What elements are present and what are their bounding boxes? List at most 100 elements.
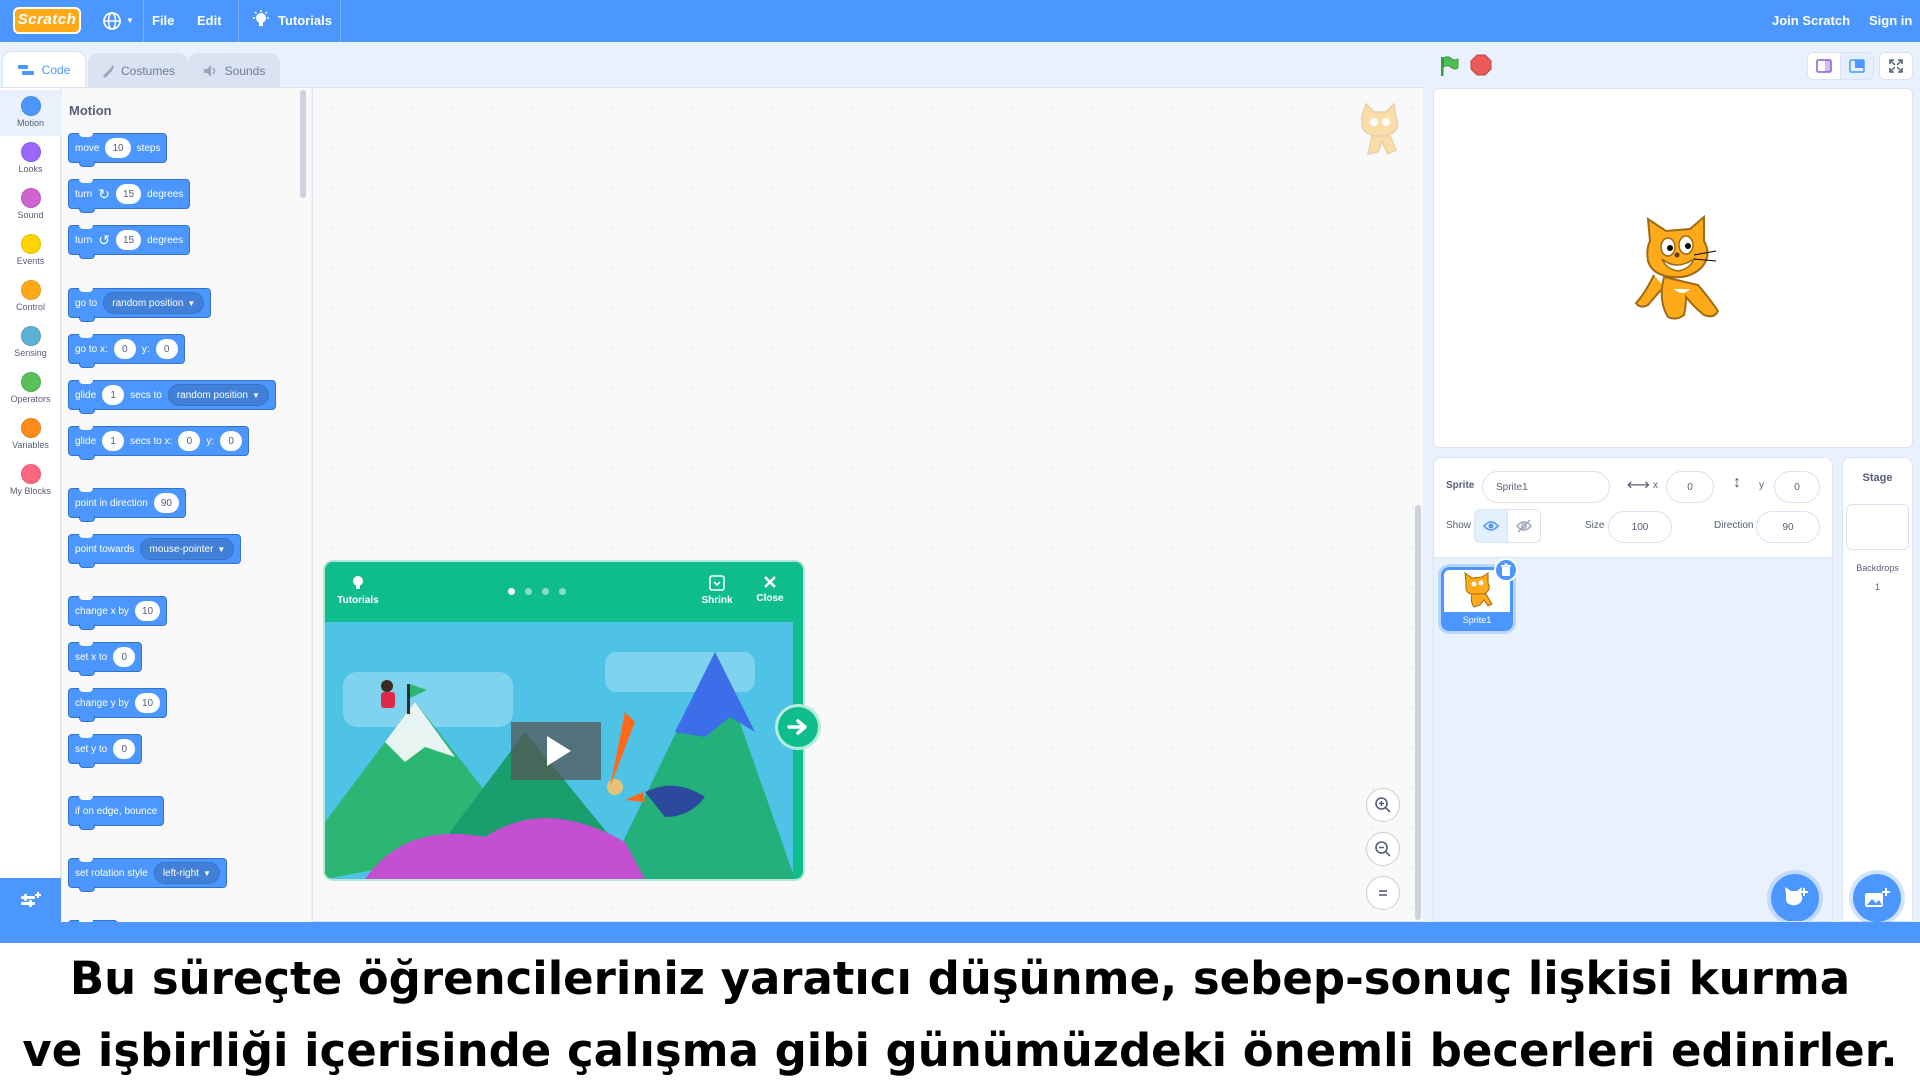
y-input[interactable]: 0 — [155, 339, 178, 359]
change-y-block[interactable]: change y by 10 — [68, 688, 168, 722]
caption-line-1: Bu süreçte öğrencileriniz yaratıcı düşün… — [69, 952, 1851, 1005]
stage-canvas[interactable] — [1433, 88, 1913, 448]
menu-divider — [143, 0, 144, 42]
set-rotation-style-block[interactable]: set rotation style left-right ▼ — [68, 858, 227, 892]
join-scratch-link[interactable]: Join Scratch — [1772, 0, 1850, 42]
tutorial-next-button[interactable] — [775, 704, 821, 750]
secs-input[interactable]: 1 — [102, 431, 125, 451]
tab-costumes[interactable]: Costumes — [88, 53, 188, 87]
backdrop-thumbnail[interactable] — [1846, 504, 1909, 550]
file-menu[interactable]: File — [152, 0, 174, 42]
small-stage-button[interactable] — [1807, 52, 1841, 80]
direction-input[interactable]: 90 — [153, 493, 179, 513]
tutorial-illustration — [325, 622, 793, 879]
block-text: if on edge, bounce — [75, 805, 158, 817]
speaker-icon — [203, 64, 215, 77]
turn-right-block[interactable]: turn ↻ 15 degrees — [68, 179, 191, 213]
stop-button[interactable] — [1469, 53, 1493, 77]
go-to-block[interactable]: go to random position ▼ — [68, 288, 212, 322]
size-input[interactable]: 100 — [1608, 511, 1672, 543]
delete-sprite-button[interactable] — [1494, 558, 1518, 582]
show-sprite-button[interactable] — [1474, 509, 1508, 543]
step-dot[interactable] — [525, 588, 532, 595]
set-x-input[interactable]: 0 — [113, 647, 136, 667]
glide-target-dropdown[interactable]: random position ▼ — [167, 384, 269, 406]
vertical-arrows-icon: ↕ — [1733, 474, 1741, 491]
category-sensing[interactable]: Sensing — [0, 320, 61, 366]
set-x-block[interactable]: set x to 0 — [68, 642, 143, 676]
add-backdrop-button[interactable] — [1853, 874, 1901, 922]
block-text: turn — [75, 234, 93, 246]
rotation-style-dropdown[interactable]: left-right ▼ — [153, 862, 220, 884]
add-sprite-button[interactable] — [1771, 874, 1819, 921]
change-x-block[interactable]: change x by 10 — [68, 596, 168, 630]
add-extension-button[interactable] — [0, 878, 61, 922]
fullscreen-button[interactable] — [1879, 52, 1913, 80]
x-position-input[interactable]: 0 — [1666, 471, 1714, 503]
zoom-reset-button[interactable] — [1366, 876, 1400, 910]
secs-input[interactable]: 1 — [102, 385, 125, 405]
glide-to-block[interactable]: glide 1 secs to random position ▼ — [68, 380, 276, 414]
x-input[interactable]: 0 — [178, 431, 201, 451]
control-color-dot — [20, 280, 41, 300]
tutorials-library-button[interactable]: Tutorials — [335, 574, 381, 606]
point-towards-dropdown[interactable]: mouse-pointer ▼ — [140, 538, 235, 560]
sign-in-link[interactable]: Sign in — [1869, 0, 1912, 42]
bounce-block[interactable]: if on edge, bounce — [68, 796, 165, 830]
large-stage-button[interactable] — [1840, 52, 1874, 80]
stage-selector[interactable]: Stage Backdrops 1 — [1842, 457, 1913, 922]
category-sound[interactable]: Sound — [0, 182, 61, 228]
tutorials-menu[interactable]: Tutorials — [252, 0, 342, 42]
tab-code[interactable]: Code — [2, 51, 86, 87]
go-to-target-dropdown[interactable]: random position ▼ — [103, 292, 205, 314]
y-label: y — [1759, 480, 1764, 491]
point-in-direction-block[interactable]: point in direction 90 — [68, 488, 186, 522]
cat-sprite[interactable] — [1624, 215, 1734, 325]
code-area-scrollbar[interactable] — [1415, 505, 1421, 920]
rotate-counterclockwise-icon: ↺ — [98, 231, 110, 248]
hide-sprite-button[interactable] — [1507, 509, 1541, 543]
category-control[interactable]: Control — [0, 274, 61, 320]
direction-input[interactable]: 90 — [1756, 511, 1820, 543]
y-input[interactable]: 0 — [220, 431, 243, 451]
block-text: y: — [141, 343, 150, 355]
zoom-in-button[interactable] — [1366, 788, 1400, 822]
step-dot[interactable] — [542, 588, 549, 595]
go-to-xy-block[interactable]: go to x: 0 y: 0 — [68, 334, 185, 368]
category-events[interactable]: Events — [0, 228, 61, 274]
change-x-input[interactable]: 10 — [134, 601, 161, 621]
horizontal-arrows-icon: ⟷ — [1627, 477, 1650, 494]
category-looks[interactable]: Looks — [0, 136, 61, 182]
degrees-input[interactable]: 15 — [115, 184, 142, 204]
set-y-block[interactable]: set y to 0 — [68, 734, 143, 768]
tab-sounds[interactable]: Sounds — [188, 53, 280, 87]
category-operators[interactable]: Operators — [0, 366, 61, 412]
looks-color-dot — [20, 142, 41, 162]
zoom-out-button[interactable] — [1366, 832, 1400, 866]
step-dot[interactable] — [508, 588, 515, 595]
step-dot[interactable] — [559, 588, 566, 595]
language-menu[interactable]: ▼ — [100, 0, 138, 42]
shrink-button[interactable]: Shrink — [697, 574, 737, 606]
category-my-blocks[interactable]: My Blocks — [0, 458, 61, 504]
point-towards-block[interactable]: point towards mouse-pointer ▼ — [68, 534, 242, 568]
move-steps-block[interactable]: move 10 steps — [68, 133, 168, 167]
y-position-input[interactable]: 0 — [1774, 471, 1820, 503]
scratch-logo[interactable]: Scratch — [13, 7, 81, 34]
close-tutorial-button[interactable]: Close — [750, 574, 790, 604]
glide-to-xy-block[interactable]: glide 1 secs to x: 0 y: 0 — [68, 426, 250, 460]
arrow-right-icon — [787, 719, 807, 735]
set-y-input[interactable]: 0 — [113, 739, 136, 759]
sprite-name-input[interactable]: Sprite1 — [1482, 471, 1610, 503]
steps-input[interactable]: 10 — [105, 138, 131, 158]
change-y-input[interactable]: 10 — [134, 693, 161, 713]
turn-left-block[interactable]: turn ↺ 15 degrees — [68, 225, 191, 259]
palette-scrollbar[interactable] — [300, 90, 306, 198]
degrees-input[interactable]: 15 — [115, 230, 142, 250]
x-input[interactable]: 0 — [113, 339, 136, 359]
category-variables[interactable]: Variables — [0, 412, 61, 458]
category-motion[interactable]: Motion — [0, 90, 61, 136]
green-flag-button[interactable] — [1435, 52, 1463, 80]
tutorial-video-thumbnail[interactable] — [325, 622, 793, 879]
edit-menu[interactable]: Edit — [197, 0, 222, 42]
